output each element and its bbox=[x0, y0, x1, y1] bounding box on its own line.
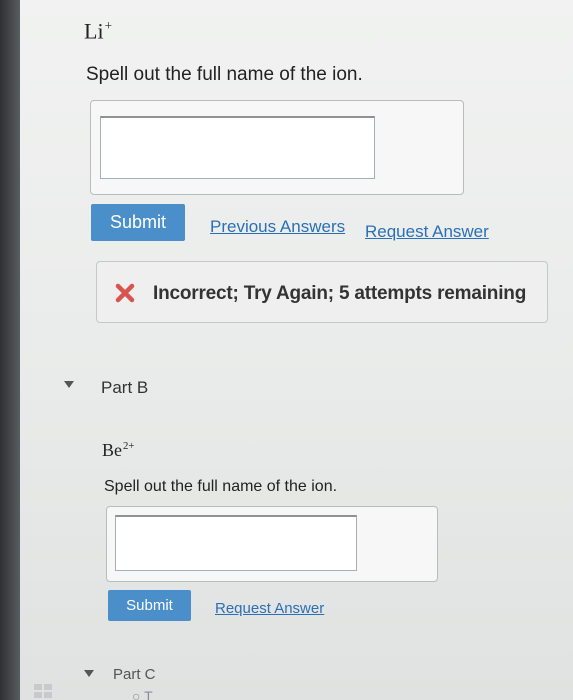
part-c-partial-text: ○ T bbox=[132, 688, 153, 700]
part-a-formula: Li+ bbox=[84, 18, 112, 44]
part-a-formula-charge: + bbox=[104, 18, 112, 33]
part-b-formula-charge: 2+ bbox=[123, 440, 135, 452]
expand-triangle-icon[interactable] bbox=[84, 670, 94, 677]
x-mark-icon bbox=[115, 283, 135, 303]
part-a-submit-button[interactable]: Submit bbox=[91, 204, 185, 241]
part-b-formula-base: Be bbox=[102, 440, 122, 460]
part-b-submit-button[interactable]: Submit bbox=[108, 590, 191, 621]
part-a-answer-input[interactable] bbox=[100, 116, 375, 179]
part-b-answer-input[interactable] bbox=[115, 515, 357, 571]
part-c-header[interactable]: Part C bbox=[113, 666, 156, 683]
collapse-triangle-icon[interactable] bbox=[64, 381, 74, 388]
part-b-answer-frame bbox=[106, 506, 438, 582]
feedback-box: Incorrect; Try Again; 5 attempts remaini… bbox=[96, 261, 548, 323]
part-b-formula: Be2+ bbox=[102, 440, 135, 461]
part-b-prompt: Spell out the full name of the ion. bbox=[104, 478, 338, 495]
feedback-message: Incorrect; Try Again; 5 attempts remaini… bbox=[153, 283, 527, 304]
part-a-formula-base: Li bbox=[84, 18, 104, 44]
monitor-bezel bbox=[0, 0, 20, 700]
part-a-answer-frame bbox=[90, 100, 464, 195]
previous-answers-link[interactable]: Previous Answers bbox=[210, 217, 345, 237]
part-b-request-answer-link[interactable]: Request Answer bbox=[215, 600, 324, 617]
windows-icon bbox=[34, 684, 52, 698]
part-a-request-answer-link[interactable]: Request Answer bbox=[365, 222, 489, 242]
part-a-prompt: Spell out the full name of the ion. bbox=[86, 64, 363, 85]
part-b-header[interactable]: Part B bbox=[101, 378, 148, 398]
screen: Li+ Spell out the full name of the ion. … bbox=[20, 0, 573, 700]
